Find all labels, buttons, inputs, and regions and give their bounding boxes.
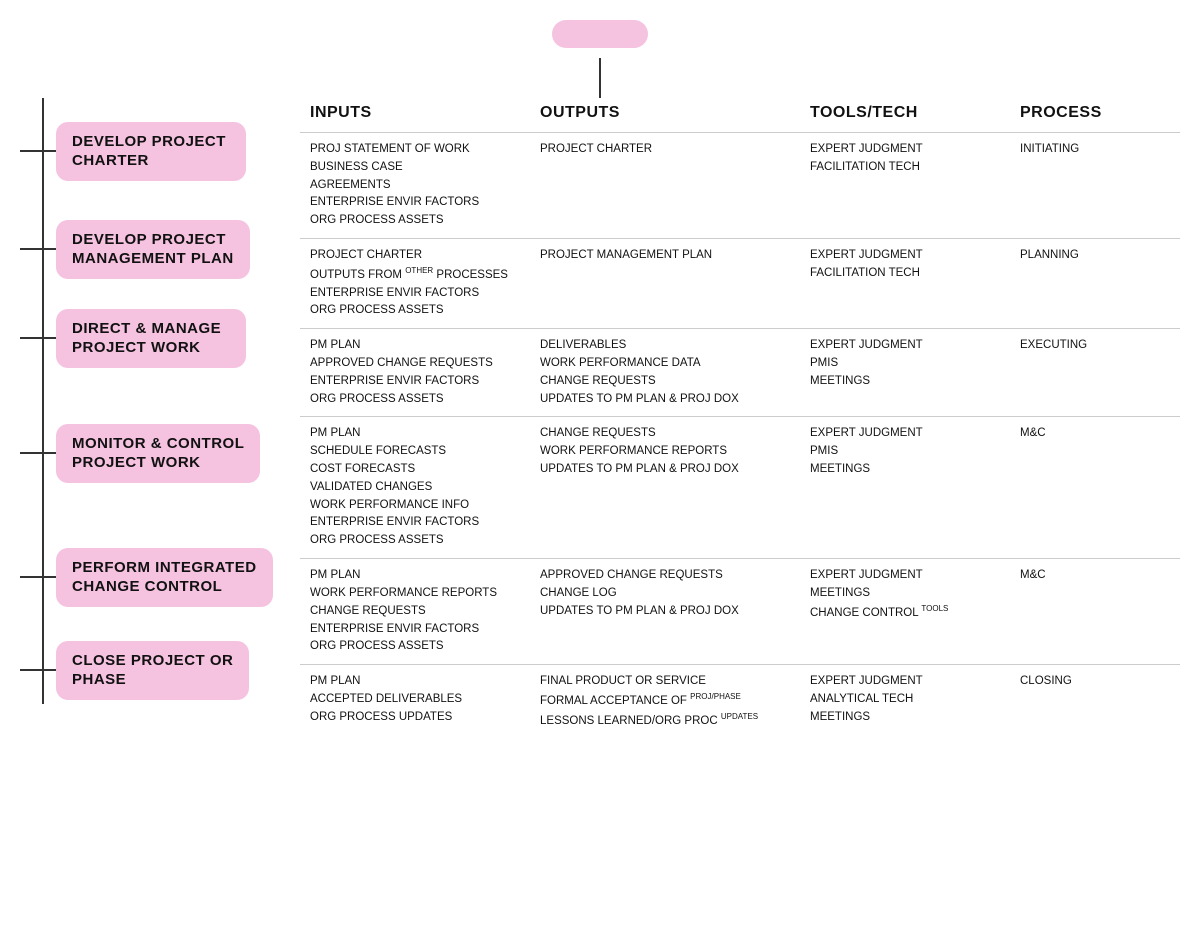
data-row: PM PLANSCHEDULE FORECASTSCOST FORECASTSV… bbox=[300, 416, 1180, 558]
process-slot: PERFORM INTEGRATEDCHANGE CONTROL bbox=[20, 524, 273, 630]
data-row: PROJ STATEMENT OF WORKBUSINESS CASEAGREE… bbox=[300, 132, 1180, 238]
process-slot: MONITOR & CONTROLPROJECT WORK bbox=[20, 382, 260, 524]
outputs-cell: DELIVERABLESWORK PERFORMANCE DATACHANGE … bbox=[540, 337, 810, 408]
title-connector-line bbox=[599, 58, 601, 98]
tools-cell: EXPERT JUDGMENTPMISMEETINGS bbox=[810, 337, 1020, 390]
process-box: MONITOR & CONTROLPROJECT WORK bbox=[56, 424, 260, 483]
inputs-cell: PROJ STATEMENT OF WORKBUSINESS CASEAGREE… bbox=[310, 141, 540, 230]
h-connector-line bbox=[20, 248, 56, 250]
process-box: DEVELOP PROJECTMANAGEMENT PLAN bbox=[56, 220, 250, 279]
process-slot: DEVELOP PROJECTMANAGEMENT PLAN bbox=[20, 204, 250, 294]
inputs-cell: PROJECT CHARTEROUTPUTS FROM OTHER PROCES… bbox=[310, 247, 540, 320]
outputs-cell: APPROVED CHANGE REQUESTSCHANGE LOGUPDATE… bbox=[540, 567, 810, 620]
h-connector-line bbox=[20, 576, 56, 578]
process-box: PERFORM INTEGRATEDCHANGE CONTROL bbox=[56, 548, 273, 607]
process-box: CLOSE PROJECT ORPHASE bbox=[56, 641, 249, 700]
inputs-cell: PM PLANACCEPTED DELIVERABLESORG PROCESS … bbox=[310, 673, 540, 726]
process-cell: M&C bbox=[1020, 425, 1130, 443]
process-slot: DEVELOP PROJECTCHARTER bbox=[20, 98, 246, 204]
col-header-tools-tech: TOOLS/TECH bbox=[810, 98, 1020, 128]
title-connector bbox=[20, 58, 1180, 98]
column-headers: INPUTSOUTPUTSTOOLS/TECHPROCESS bbox=[300, 98, 1180, 128]
process-cell: EXECUTING bbox=[1020, 337, 1130, 355]
inputs-cell: PM PLANSCHEDULE FORECASTSCOST FORECASTSV… bbox=[310, 425, 540, 550]
inputs-cell: PM PLANWORK PERFORMANCE REPORTSCHANGE RE… bbox=[310, 567, 540, 656]
col-header-inputs: INPUTS bbox=[310, 98, 540, 128]
process-cell: INITIATING bbox=[1020, 141, 1130, 159]
tools-cell: EXPERT JUDGMENTMEETINGSCHANGE CONTROL TO… bbox=[810, 567, 1020, 622]
process-column: DEVELOP PROJECTCHARTER DEVELOP PROJECTMAN… bbox=[20, 98, 300, 744]
main-title bbox=[552, 20, 648, 48]
outputs-cell: CHANGE REQUESTSWORK PERFORMANCE REPORTSU… bbox=[540, 425, 810, 478]
right-column: INPUTSOUTPUTSTOOLS/TECHPROCESS PROJ STAT… bbox=[300, 98, 1180, 744]
tools-cell: EXPERT JUDGMENTPMISMEETINGS bbox=[810, 425, 1020, 478]
data-row: PM PLANWORK PERFORMANCE REPORTSCHANGE RE… bbox=[300, 558, 1180, 664]
h-connector-line bbox=[20, 669, 56, 671]
data-row: PM PLANACCEPTED DELIVERABLESORG PROCESS … bbox=[300, 664, 1180, 744]
outputs-cell: FINAL PRODUCT OR SERVICEFORMAL ACCEPTANC… bbox=[540, 673, 810, 730]
data-rows: PROJ STATEMENT OF WORKBUSINESS CASEAGREE… bbox=[300, 132, 1180, 744]
process-slot: DIRECT & MANAGEPROJECT WORK bbox=[20, 294, 246, 382]
outputs-cell: PROJECT MANAGEMENT PLAN bbox=[540, 247, 810, 265]
main-content: DEVELOP PROJECTCHARTER DEVELOP PROJECTMAN… bbox=[20, 98, 1180, 744]
inputs-cell: PM PLANAPPROVED CHANGE REQUESTSENTERPRIS… bbox=[310, 337, 540, 408]
process-slot: CLOSE PROJECT ORPHASE bbox=[20, 630, 249, 710]
data-row: PM PLANAPPROVED CHANGE REQUESTSENTERPRIS… bbox=[300, 328, 1180, 416]
outputs-cell: PROJECT CHARTER bbox=[540, 141, 810, 159]
h-connector-line bbox=[20, 150, 56, 152]
title-container bbox=[20, 20, 1180, 48]
process-box: DIRECT & MANAGEPROJECT WORK bbox=[56, 309, 246, 368]
col-header-process: PROCESS bbox=[1020, 98, 1130, 128]
tools-cell: EXPERT JUDGMENTFACILITATION TECH bbox=[810, 247, 1020, 283]
process-cell: M&C bbox=[1020, 567, 1130, 585]
col-header-outputs: OUTPUTS bbox=[540, 98, 810, 128]
data-row: PROJECT CHARTEROUTPUTS FROM OTHER PROCES… bbox=[300, 238, 1180, 328]
process-cell: CLOSING bbox=[1020, 673, 1130, 691]
process-box: DEVELOP PROJECTCHARTER bbox=[56, 122, 246, 181]
h-connector-line bbox=[20, 337, 56, 339]
page: DEVELOP PROJECTCHARTER DEVELOP PROJECTMAN… bbox=[0, 0, 1200, 928]
tools-cell: EXPERT JUDGMENTFACILITATION TECH bbox=[810, 141, 1020, 177]
tools-cell: EXPERT JUDGMENTANALYTICAL TECHMEETINGS bbox=[810, 673, 1020, 726]
process-cell: PLANNING bbox=[1020, 247, 1130, 265]
h-connector-line bbox=[20, 452, 56, 454]
